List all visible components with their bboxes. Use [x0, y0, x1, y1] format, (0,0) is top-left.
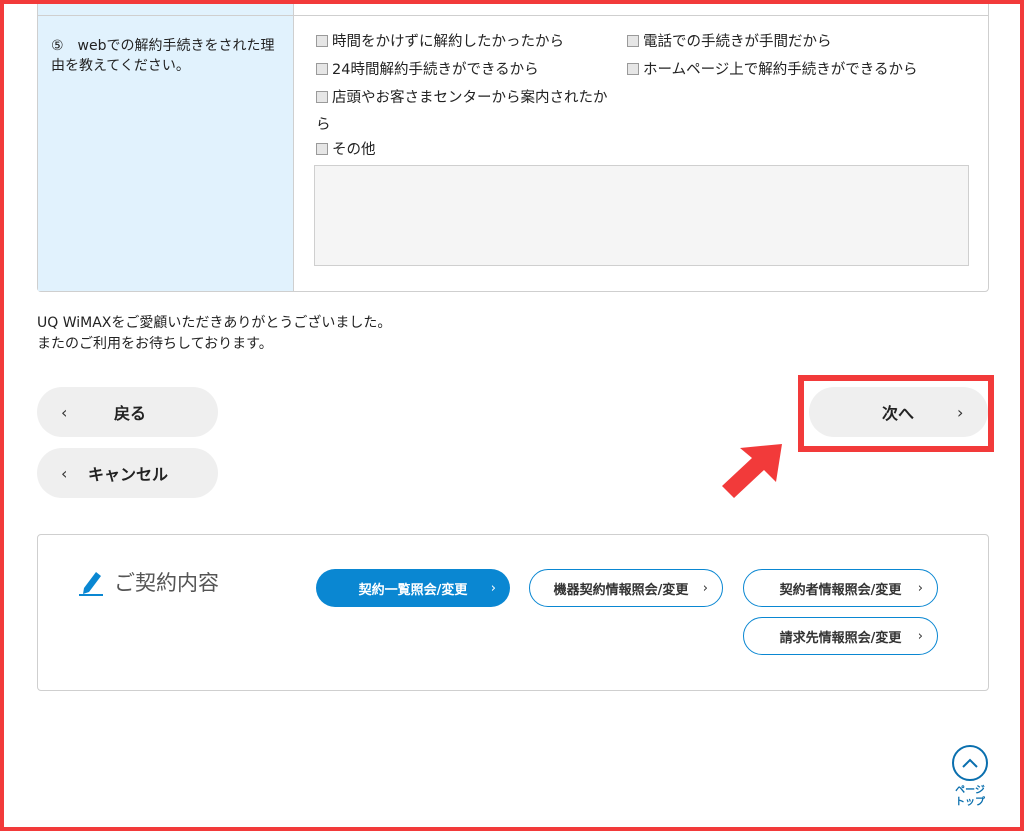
thanks-line-1: UQ WiMAXをご愛顧いただきありがとうございました。 [37, 315, 392, 331]
checkbox[interactable] [316, 91, 328, 103]
device-contract-button[interactable]: 機器契約情報照会/変更 › [529, 569, 723, 607]
contract-title: ご契約内容 [78, 567, 219, 597]
option-quick-cancel[interactable]: 時間をかけずに解約したかったから [316, 29, 564, 56]
contractor-info-button[interactable]: 契約者情報照会/変更 › [743, 569, 938, 607]
chevron-right-icon: › [490, 580, 496, 596]
contract-title-text: ご契約内容 [114, 571, 219, 595]
option-24h[interactable]: 24時間解約手続きができるから [316, 57, 539, 84]
pencil-icon [79, 572, 103, 596]
highlight-box [798, 375, 994, 452]
annotation-arrow-icon [722, 444, 782, 498]
checkbox[interactable] [316, 143, 328, 155]
contract-list-button[interactable]: 契約一覧照会/変更 › [316, 569, 510, 607]
chevron-left-icon: ‹ [61, 463, 68, 483]
page-top-label: ページ トップ [955, 785, 985, 808]
chevron-right-icon: › [702, 580, 708, 596]
row-divider [38, 15, 988, 16]
checkbox[interactable] [627, 35, 639, 47]
chevron-right-icon: › [917, 628, 923, 644]
question-label: ⑤ webでの解約手続きをされた理由を教えてください。 [51, 38, 275, 74]
option-phone-hassle[interactable]: 電話での手続きが手間だから [627, 29, 832, 56]
checkbox[interactable] [316, 35, 328, 47]
option-homepage[interactable]: ホームページ上で解約手続きができるから [627, 57, 917, 84]
cancel-button-label: キャンセル [88, 465, 169, 484]
contract-panel [37, 534, 989, 691]
checkbox[interactable] [316, 63, 328, 75]
survey-table: ⑤ webでの解約手続きをされた理由を教えてください。 時間をかけずに解約したか… [37, 0, 989, 292]
page-top-button[interactable]: ページ トップ [946, 745, 994, 809]
chevron-left-icon: ‹ [61, 402, 68, 422]
back-button[interactable]: ‹ 戻る [37, 387, 218, 437]
chevron-right-icon: › [917, 580, 923, 596]
back-button-label: 戻る [114, 404, 147, 423]
other-reason-textarea[interactable] [314, 165, 969, 266]
option-other[interactable]: その他 [316, 137, 376, 164]
checkbox[interactable] [627, 63, 639, 75]
cancel-button[interactable]: ‹ キャンセル [37, 448, 218, 498]
thanks-line-2: またのご利用をお待ちしております。 [37, 336, 273, 352]
chevron-up-icon [952, 745, 988, 781]
option-store-guided[interactable]: 店頭やお客さまセンターから案内されたから [316, 85, 616, 139]
thanks-message: UQ WiMAXをご愛顧いただきありがとうございました。 またのご利用をお待ちし… [37, 313, 391, 355]
billing-info-button[interactable]: 請求先情報照会/変更 › [743, 617, 938, 655]
